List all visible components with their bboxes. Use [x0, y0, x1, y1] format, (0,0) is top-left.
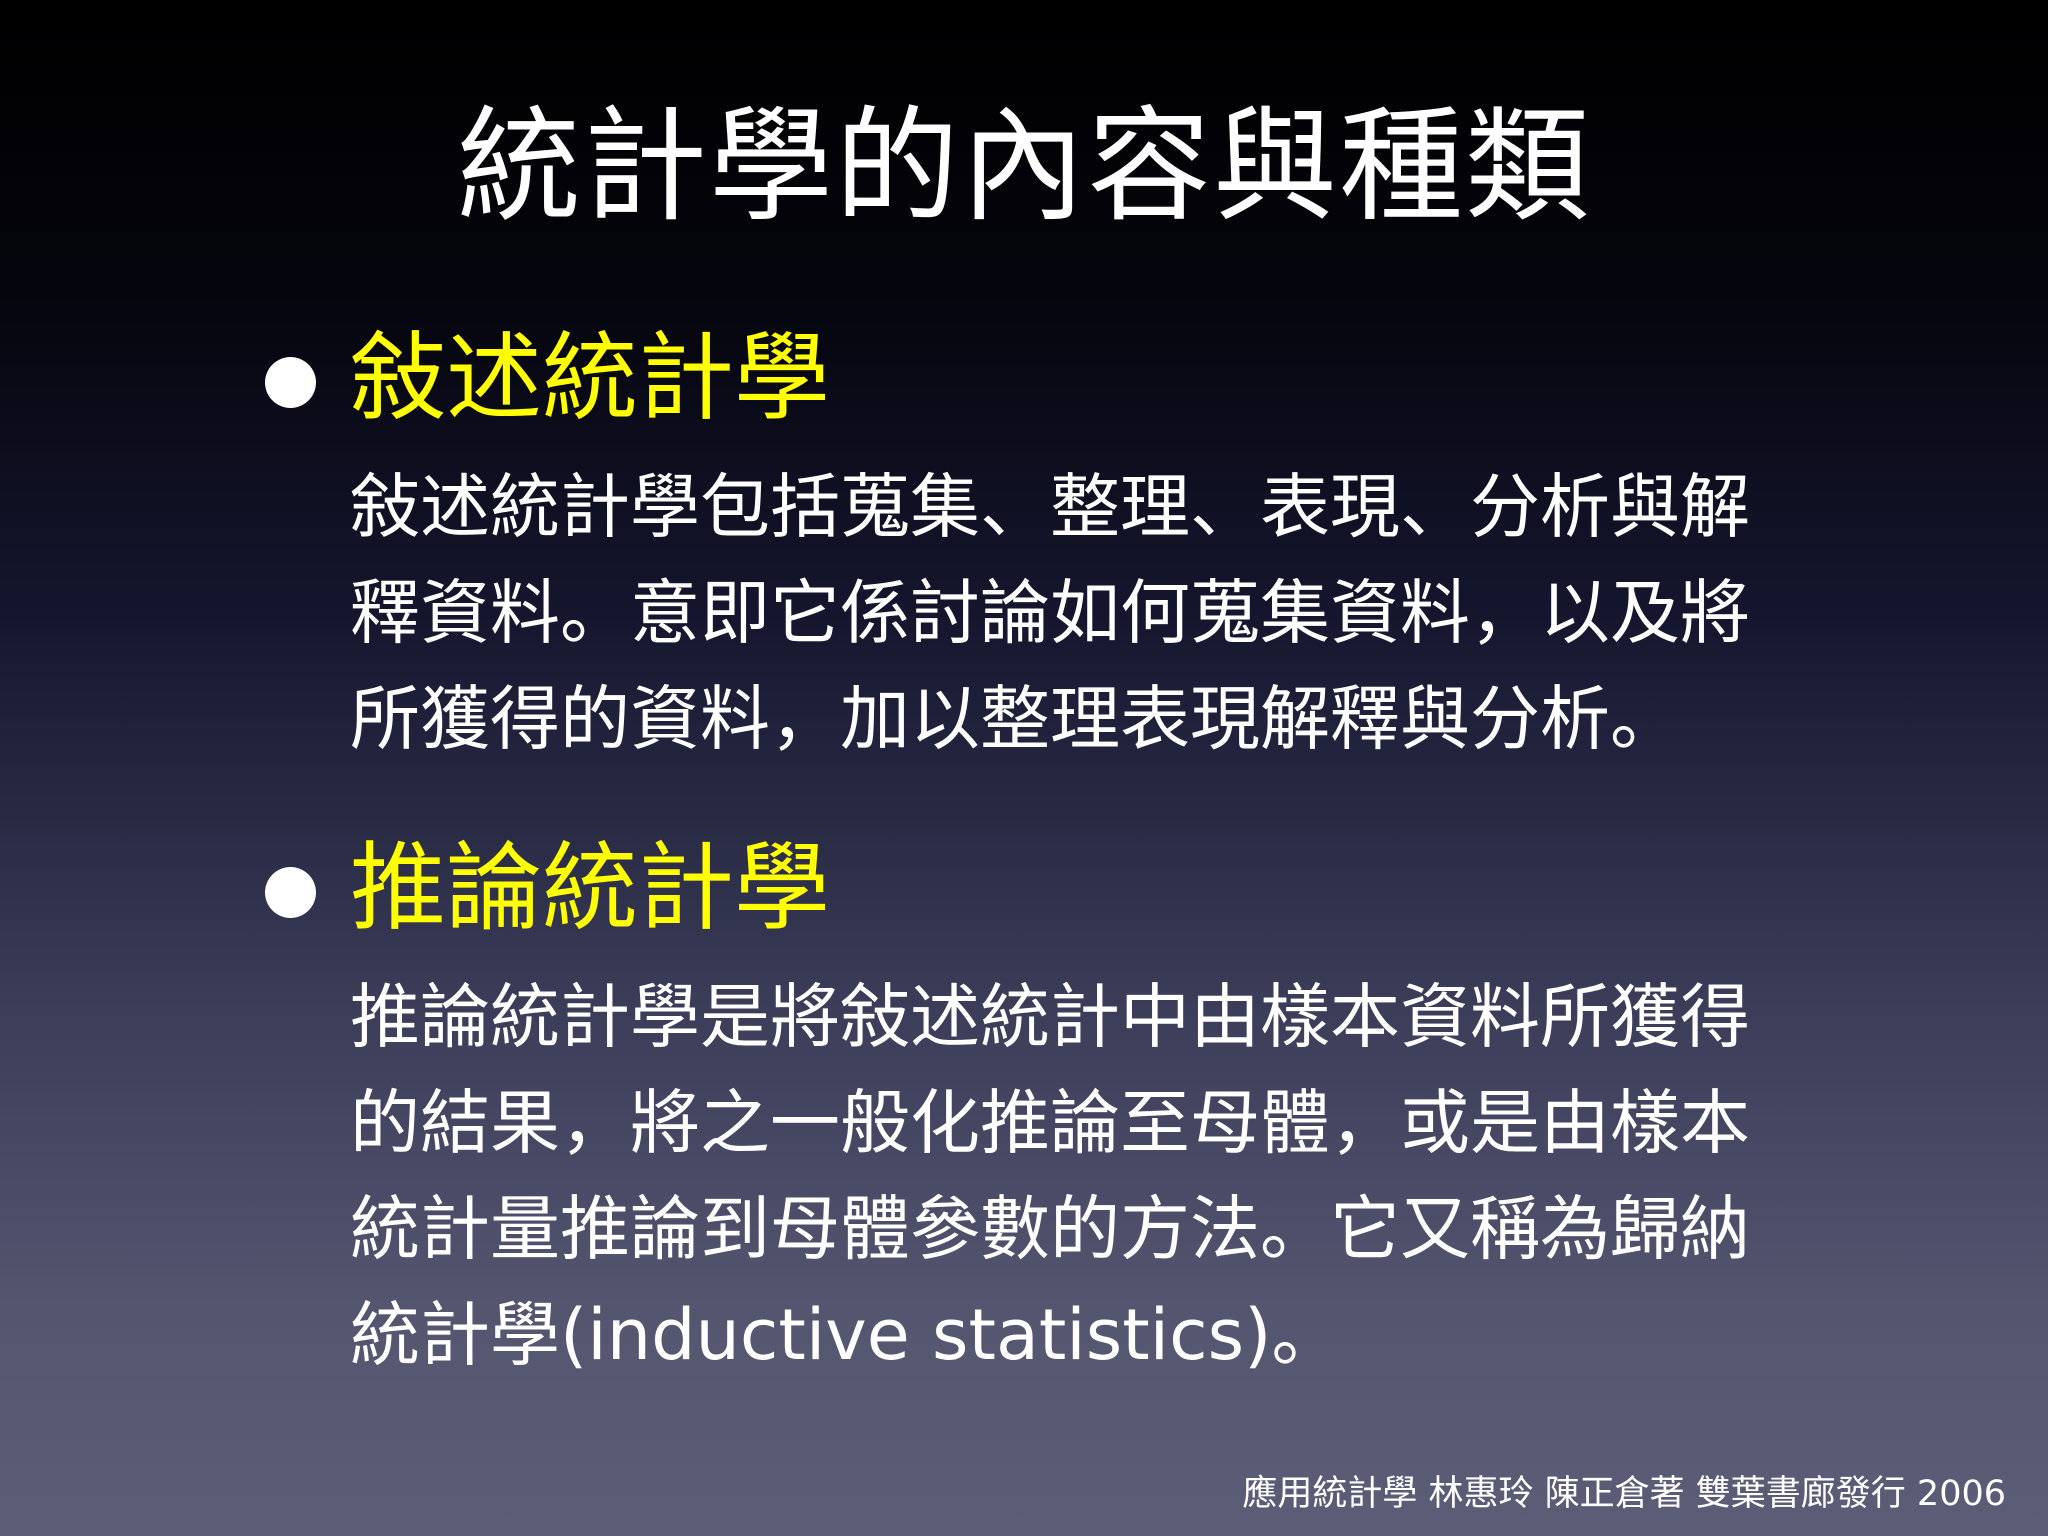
footer-citation: 應用統計學 林惠玲 陳正倉著 雙葉書廊發行 2006 — [1242, 1474, 2006, 1514]
body-line: 推論統計學是將敍述統計中由樣本資料所獲得 — [350, 976, 1750, 1058]
slide: 統計學的內容與種類 敍述統計學 敍述統計學包括蒐集、整理、表現、分析與解 釋資料… — [0, 0, 2048, 1536]
section-heading: 敍述統計學 — [350, 322, 830, 434]
section-body: 推論統計學是將敍述統計中由樣本資料所獲得 的結果，將之一般化推論至母體，或是由樣… — [350, 964, 1850, 1388]
body-line: 所獲得的資料，加以整理表現解釋與分析。 — [350, 678, 1680, 760]
body-line: 敍述統計學包括蒐集、整理、表現、分析與解 — [350, 466, 1750, 548]
body-line: 統計學(inductive statistics)。 — [350, 1294, 1342, 1376]
body-line: 的結果，將之一般化推論至母體，或是由樣本 — [350, 1082, 1750, 1164]
body-line: 統計量推論到母體參數的方法。它又稱為歸納 — [350, 1188, 1750, 1270]
slide-title: 統計學的內容與種類 — [456, 95, 1591, 239]
section-heading: 推論統計學 — [350, 832, 830, 944]
bullet-icon — [265, 867, 316, 918]
bullet-row: 推論統計學 — [262, 832, 1862, 944]
section-inferential-statistics: 推論統計學 推論統計學是將敍述統計中由樣本資料所獲得 的結果，將之一般化推論至母… — [262, 832, 1862, 1388]
section-body: 敍述統計學包括蒐集、整理、表現、分析與解 釋資料。意即它係討論如何蒐集資料，以及… — [350, 454, 1850, 772]
section-descriptive-statistics: 敍述統計學 敍述統計學包括蒐集、整理、表現、分析與解 釋資料。意即它係討論如何蒐… — [262, 322, 1862, 772]
bullet-row: 敍述統計學 — [262, 322, 1862, 434]
body-line: 釋資料。意即它係討論如何蒐集資料，以及將 — [350, 572, 1750, 654]
bullet-icon — [265, 357, 316, 408]
